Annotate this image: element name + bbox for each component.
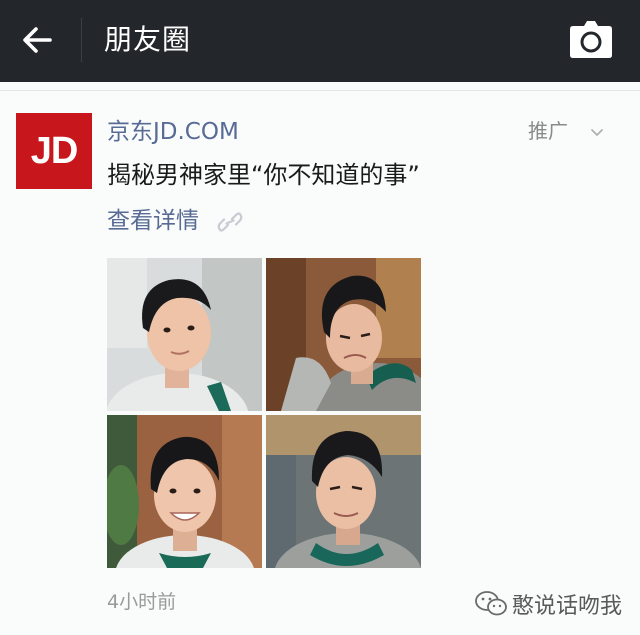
post-photo-3[interactable] <box>107 415 262 568</box>
wechat-icon <box>475 591 507 616</box>
nav-divider <box>81 18 82 62</box>
camera-icon <box>570 21 612 58</box>
back-button[interactable] <box>18 20 58 60</box>
watermark-text: 憨说话吻我 <box>512 594 623 619</box>
camera-button[interactable] <box>567 18 615 62</box>
post-content: 揭秘男神家里“你不知道的事” <box>107 161 420 189</box>
header-separator <box>0 90 640 91</box>
promo-label[interactable]: 推广 <box>528 117 568 145</box>
post-author[interactable]: 京东JD.COM <box>107 117 239 147</box>
link-icon <box>217 212 243 232</box>
watermark: 憨说话吻我 <box>474 587 622 621</box>
post-photo-4[interactable] <box>266 415 421 568</box>
avatar[interactable]: JD <box>16 113 92 189</box>
photo-grid <box>107 258 421 568</box>
post-timestamp: 4小时前 <box>107 591 177 613</box>
view-details-link[interactable]: 查看详情 <box>107 205 199 237</box>
back-arrow-icon <box>23 27 52 53</box>
page-title: 朋友圈 <box>104 23 192 56</box>
avatar-logo-text: JD <box>30 129 79 172</box>
post-photo-2[interactable] <box>266 258 421 411</box>
chevron-down-icon[interactable] <box>590 128 604 138</box>
post-photo-1[interactable] <box>107 258 262 411</box>
top-nav-bar: 朋友圈 <box>0 0 640 82</box>
